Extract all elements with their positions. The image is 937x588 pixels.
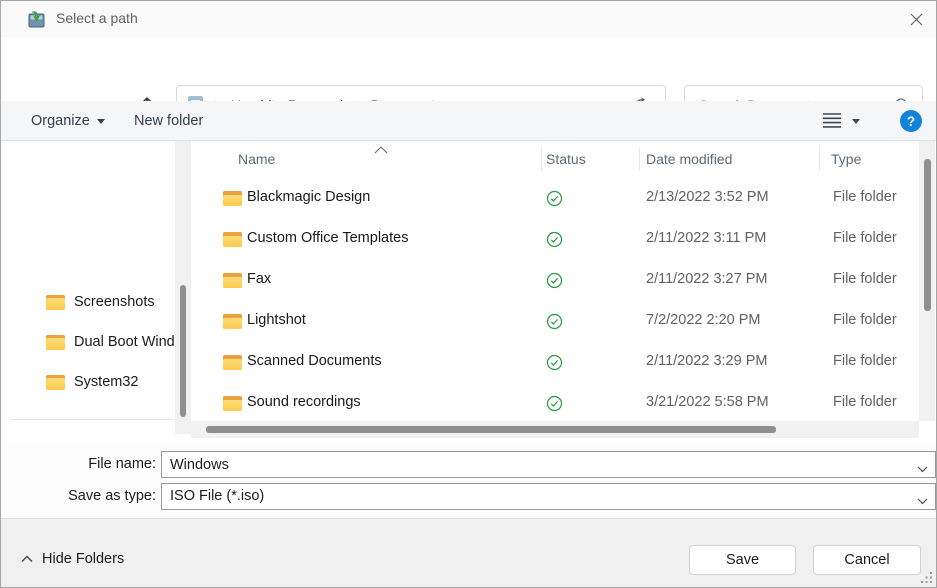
- file-date: 2/11/2022 3:27 PM: [646, 271, 767, 287]
- folder-icon: [46, 375, 65, 390]
- organize-label: Organize: [31, 113, 90, 129]
- file-type: File folder: [833, 230, 897, 246]
- save-as-type-value: ISO File (*.iso): [170, 488, 264, 504]
- column-header-name[interactable]: Name: [238, 144, 275, 174]
- file-name: Scanned Documents: [247, 353, 382, 369]
- save-button[interactable]: Save: [689, 545, 796, 575]
- sidebar-item-label: Dual Boot Wind: [74, 334, 175, 350]
- file-name: Fax: [247, 271, 271, 287]
- navigation-bar: ← → ↑ Harshit - Personal Documents: [1, 37, 936, 101]
- hide-folders-button[interactable]: Hide Folders: [21, 551, 124, 567]
- file-fields-section: File name: Save as type: ISO File (*.iso…: [1, 441, 936, 518]
- command-toolbar: Organize New folder ?: [1, 101, 936, 141]
- folder-icon: [223, 191, 242, 206]
- save-as-type-label: Save as type:: [11, 488, 156, 504]
- file-list: Name Status Date modified Type Blackmagi…: [191, 141, 936, 441]
- file-name: Blackmagic Design: [247, 189, 370, 205]
- file-row-lightshot[interactable]: Lightshot 7/2/2022 2:20 PM File folder: [191, 301, 918, 342]
- cancel-button[interactable]: Cancel: [813, 545, 921, 575]
- app-icon: [28, 10, 46, 28]
- status-synced-icon: [546, 231, 563, 251]
- content-area: Screenshots Dual Boot Wind System32: [1, 141, 936, 441]
- details-view-icon[interactable]: [822, 112, 842, 131]
- folder-icon: [46, 295, 65, 310]
- file-list-vertical-scrollbar[interactable]: [919, 141, 935, 421]
- file-name: Custom Office Templates: [247, 230, 408, 246]
- chevron-down-icon[interactable]: [917, 492, 928, 508]
- file-row-scanned-documents[interactable]: Scanned Documents 2/11/2022 3:29 PM File…: [191, 342, 918, 383]
- file-row-blackmagic-design[interactable]: Blackmagic Design 2/13/2022 3:52 PM File…: [191, 178, 918, 219]
- sidebar-item-system32[interactable]: System32: [46, 369, 176, 395]
- window-title: Select a path: [56, 10, 138, 26]
- folder-icon: [223, 355, 242, 370]
- chevron-down-icon[interactable]: [917, 460, 928, 476]
- status-synced-icon: [546, 354, 563, 374]
- new-folder-button[interactable]: New folder: [134, 101, 203, 141]
- folder-icon: [46, 335, 65, 350]
- hide-folders-label: Hide Folders: [42, 551, 124, 567]
- view-dropdown-icon[interactable]: [852, 119, 860, 124]
- sidebar-scrollbar[interactable]: [175, 141, 191, 434]
- file-name: Lightshot: [247, 312, 306, 328]
- file-row-custom-office-templates[interactable]: Custom Office Templates 2/11/2022 3:11 P…: [191, 219, 918, 260]
- file-date: 7/2/2022 2:20 PM: [646, 312, 760, 328]
- vertical-scrollbar-thumb[interactable]: [924, 159, 931, 311]
- file-name-input[interactable]: [162, 452, 935, 477]
- column-separator[interactable]: [639, 147, 640, 171]
- column-header-type[interactable]: Type: [831, 144, 861, 174]
- sort-ascending-icon: [374, 141, 388, 157]
- file-type: File folder: [833, 353, 897, 369]
- file-type: File folder: [833, 394, 897, 410]
- folder-icon: [223, 396, 242, 411]
- column-header-date-modified[interactable]: Date modified: [646, 144, 732, 174]
- resize-grip[interactable]: [920, 571, 933, 587]
- status-synced-icon: [546, 272, 563, 292]
- file-date: 3/21/2022 5:58 PM: [646, 394, 769, 410]
- file-type: File folder: [833, 189, 897, 205]
- folder-icon: [223, 314, 242, 329]
- folder-icon: [223, 232, 242, 247]
- folder-icon: [223, 273, 242, 288]
- title-bar: Select a path: [1, 1, 936, 37]
- close-icon[interactable]: [904, 8, 928, 30]
- help-button[interactable]: ?: [900, 110, 922, 132]
- save-dialog-window: Select a path ← → ↑ Harshit - Personal D…: [0, 0, 937, 588]
- sidebar-item-label: System32: [74, 374, 138, 390]
- save-as-type-combobox[interactable]: ISO File (*.iso): [161, 483, 936, 510]
- file-row-fax[interactable]: Fax 2/11/2022 3:27 PM File folder: [191, 260, 918, 301]
- status-synced-icon: [546, 395, 563, 415]
- column-separator[interactable]: [541, 147, 542, 171]
- file-name: Sound recordings: [247, 394, 361, 410]
- status-synced-icon: [546, 190, 563, 210]
- file-type: File folder: [833, 312, 897, 328]
- sidebar-scrollbar-thumb[interactable]: [180, 285, 186, 417]
- file-type: File folder: [833, 271, 897, 287]
- sidebar-divider: [10, 419, 173, 420]
- chevron-up-icon: [21, 551, 33, 567]
- sidebar-item-dual-boot[interactable]: Dual Boot Wind: [46, 329, 176, 355]
- footer-bar: Hide Folders Save Cancel: [1, 518, 936, 588]
- file-name-label: File name:: [11, 456, 156, 472]
- file-date: 2/11/2022 3:29 PM: [646, 353, 767, 369]
- sidebar-item-screenshots[interactable]: Screenshots: [46, 289, 176, 315]
- file-list-horizontal-scrollbar[interactable]: [191, 421, 919, 438]
- status-synced-icon: [546, 313, 563, 333]
- column-header-status[interactable]: Status: [546, 144, 586, 174]
- file-date: 2/11/2022 3:11 PM: [646, 230, 766, 246]
- file-date: 2/13/2022 3:52 PM: [646, 189, 769, 205]
- organize-dropdown-icon: [97, 119, 105, 124]
- organize-button[interactable]: Organize: [31, 101, 105, 141]
- sidebar-tree: Screenshots Dual Boot Wind System32: [1, 141, 191, 441]
- file-row-sound-recordings[interactable]: Sound recordings 3/21/2022 5:58 PM File …: [191, 383, 918, 424]
- horizontal-scrollbar-thumb[interactable]: [206, 426, 776, 433]
- sidebar-item-label: Screenshots: [74, 294, 155, 310]
- new-folder-label: New folder: [134, 113, 203, 129]
- column-separator[interactable]: [819, 147, 820, 171]
- file-name-combobox: [161, 451, 936, 478]
